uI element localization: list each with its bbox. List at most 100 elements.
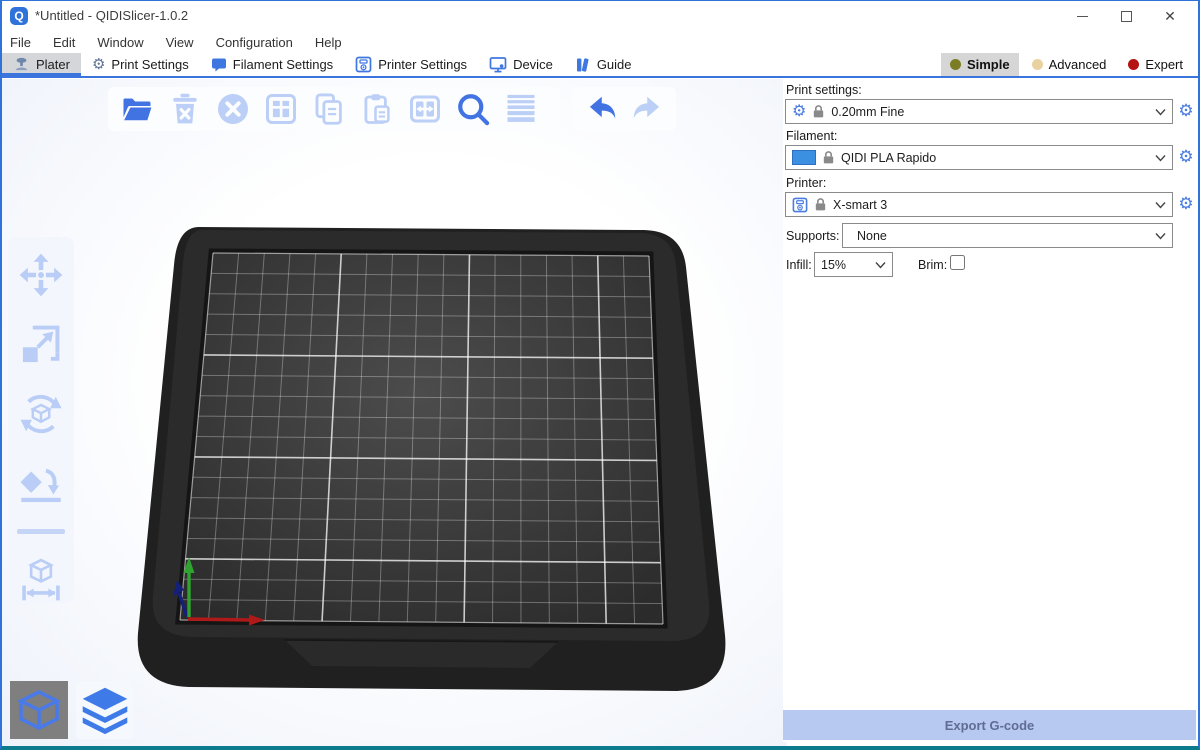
chevron-down-icon (1155, 232, 1166, 240)
menu-help[interactable]: Help (315, 35, 342, 50)
supports-value: None (849, 229, 887, 243)
supports-select[interactable]: None (842, 223, 1173, 248)
tab-filament-settings[interactable]: Filament Settings (200, 53, 344, 76)
search-icon (455, 91, 491, 127)
view-toggle-group (10, 681, 134, 739)
gizmo-separator (17, 529, 65, 534)
preview-layers-icon (79, 684, 131, 736)
filament-value: QIDI PLA Rapido (841, 151, 936, 165)
delete-button[interactable] (164, 89, 206, 129)
advanced-dot-icon (1032, 59, 1043, 70)
3d-viewport[interactable] (2, 79, 787, 746)
measure-icon (18, 556, 64, 602)
menu-configuration[interactable]: Configuration (216, 35, 293, 50)
maximize-button[interactable] (1104, 1, 1148, 31)
guide-icon (575, 57, 591, 73)
tab-plater[interactable]: Plater (2, 53, 81, 76)
gear-icon: ⚙ (1178, 147, 1193, 167)
scale-button[interactable] (17, 320, 65, 367)
minimize-button[interactable] (1060, 1, 1104, 31)
tab-guide[interactable]: Guide (564, 53, 643, 76)
infill-value: 15% (821, 258, 846, 272)
delete-all-icon (215, 91, 251, 127)
layers-icon (503, 91, 539, 127)
mode-simple[interactable]: Simple (941, 53, 1019, 76)
place-on-face-icon (18, 460, 64, 506)
filament-label: Filament: (786, 129, 837, 143)
3d-view-cube-icon (15, 686, 63, 734)
printer-label: Printer: (786, 176, 826, 190)
printer-select[interactable]: X-smart 3 (785, 192, 1173, 217)
brim-checkbox[interactable] (950, 255, 965, 270)
move-icon (18, 252, 64, 298)
chevron-down-icon (1155, 201, 1166, 209)
infill-select[interactable]: 15% (814, 252, 893, 277)
redo-button[interactable] (627, 89, 668, 129)
lock-icon (813, 105, 824, 118)
gear-icon: ⚙ (792, 104, 806, 120)
search-button[interactable] (452, 89, 494, 129)
tab-device[interactable]: Device (478, 53, 564, 76)
supports-label: Supports: (786, 229, 840, 243)
move-button[interactable] (17, 251, 65, 298)
menu-file[interactable]: File (10, 35, 31, 50)
menu-view[interactable]: View (166, 35, 194, 50)
variable-layer-height-button[interactable] (500, 89, 542, 129)
split-button[interactable] (404, 89, 446, 129)
open-button[interactable] (116, 89, 158, 129)
printer-gear-button[interactable]: ⚙ (1176, 194, 1196, 214)
chevron-down-icon (875, 261, 886, 269)
app-logo-icon: Q (10, 7, 28, 25)
lock-icon (823, 151, 834, 164)
3d-editor-view-button[interactable] (10, 681, 68, 739)
preview-view-button[interactable] (76, 681, 134, 739)
gear-icon: ⚙ (92, 57, 105, 72)
mode-expert[interactable]: Expert (1119, 53, 1192, 76)
close-button[interactable]: ✕ (1148, 1, 1192, 31)
app-window: Q *Untitled - QIDISlicer-1.0.2 ✕ File Ed… (0, 0, 1200, 750)
rotate-button[interactable] (17, 390, 65, 437)
undo-redo-toolbar (572, 87, 676, 131)
delete-all-button[interactable] (212, 89, 254, 129)
title-bar[interactable]: Q *Untitled - QIDISlicer-1.0.2 ✕ (2, 1, 1198, 31)
gear-icon: ⚙ (1178, 194, 1193, 214)
infill-label: Infill: (786, 258, 812, 272)
window-title: *Untitled - QIDISlicer-1.0.2 (35, 8, 188, 23)
print-settings-value: 0.20mm Fine (831, 105, 904, 119)
brim-label: Brim: (918, 258, 947, 272)
printer-icon (355, 56, 372, 73)
chevron-down-icon (1155, 108, 1166, 116)
place-on-face-button[interactable] (17, 459, 65, 506)
tab-printer-settings[interactable]: Printer Settings (344, 53, 478, 76)
maximize-icon (1121, 11, 1132, 22)
tab-bar: Plater ⚙ Print Settings Filament Setting… (2, 53, 1198, 78)
bed-handle (285, 640, 558, 668)
print-settings-gear-button[interactable]: ⚙ (1176, 101, 1196, 121)
menu-edit[interactable]: Edit (53, 35, 75, 50)
tab-print-settings[interactable]: ⚙ Print Settings (81, 53, 200, 76)
paste-button[interactable] (356, 89, 398, 129)
rotate-icon (18, 391, 64, 437)
copy-button[interactable] (308, 89, 350, 129)
mode-selector: Simple Advanced Expert (941, 53, 1192, 76)
undo-icon (583, 91, 619, 127)
mode-advanced[interactable]: Advanced (1023, 53, 1116, 76)
arrange-button[interactable] (260, 89, 302, 129)
chevron-down-icon (1155, 154, 1166, 162)
print-settings-label: Print settings: (786, 83, 862, 97)
menu-window[interactable]: Window (97, 35, 143, 50)
paste-icon (359, 91, 395, 127)
print-bed-scene (2, 79, 787, 747)
export-gcode-button[interactable]: Export G-code (783, 710, 1196, 740)
settings-panel: Print settings: ⚙ 0.20mm Fine ⚙ Filament… (783, 79, 1196, 742)
filament-gear-button[interactable]: ⚙ (1176, 147, 1196, 167)
simple-dot-icon (950, 59, 961, 70)
printer-icon (792, 197, 808, 213)
filament-select[interactable]: QIDI PLA Rapido (785, 145, 1173, 170)
printer-value: X-smart 3 (833, 198, 887, 212)
filament-color-swatch (792, 150, 816, 165)
gizmo-toolbar (8, 237, 74, 603)
print-settings-select[interactable]: ⚙ 0.20mm Fine (785, 99, 1173, 124)
undo-button[interactable] (580, 89, 621, 129)
measure-button[interactable] (17, 556, 65, 603)
